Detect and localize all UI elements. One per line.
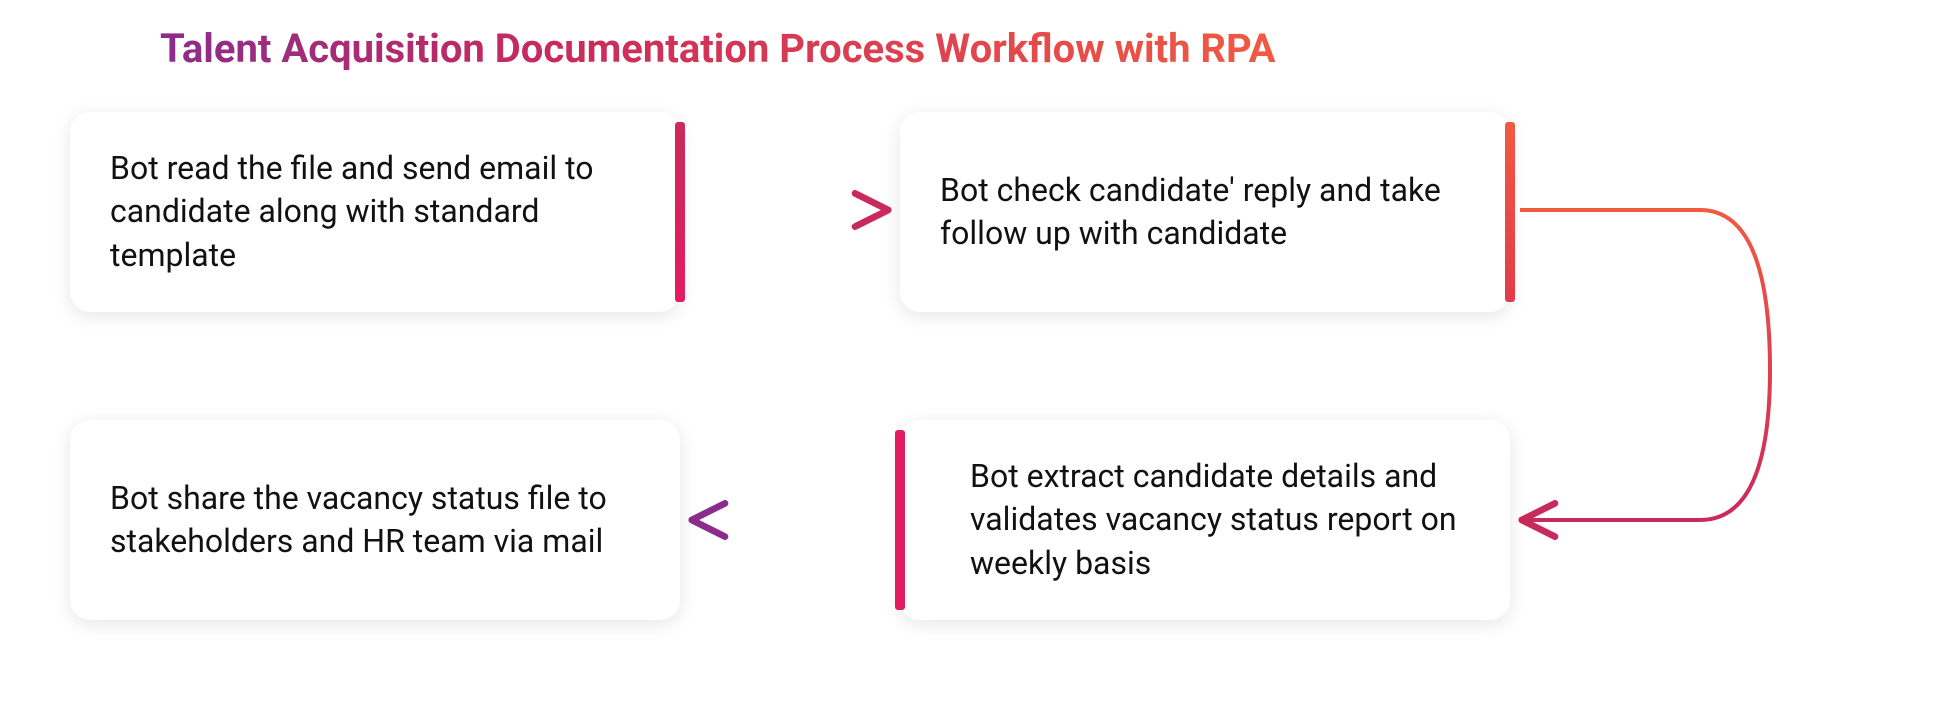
- workflow-step-3: Bot extract candidate details and valida…: [900, 420, 1510, 620]
- accent-bar: [675, 122, 685, 302]
- workflow-step-1: Bot read the file and send email to cand…: [70, 112, 680, 312]
- workflow-step-3-text: Bot extract candidate details and valida…: [970, 455, 1470, 585]
- diagram-title: Talent Acquisition Documentation Process…: [160, 25, 1275, 72]
- workflow-step-4: Bot share the vacancy status file to sta…: [70, 420, 680, 620]
- workflow-step-1-text: Bot read the file and send email to cand…: [110, 147, 630, 277]
- accent-bar: [1505, 122, 1515, 302]
- workflow-step-2-text: Bot check candidate' reply and take foll…: [940, 169, 1460, 255]
- arrow-step2-to-step3: [1520, 210, 1770, 520]
- accent-bar: [895, 430, 905, 610]
- workflow-step-2: Bot check candidate' reply and take foll…: [900, 112, 1510, 312]
- workflow-step-4-text: Bot share the vacancy status file to sta…: [110, 477, 630, 563]
